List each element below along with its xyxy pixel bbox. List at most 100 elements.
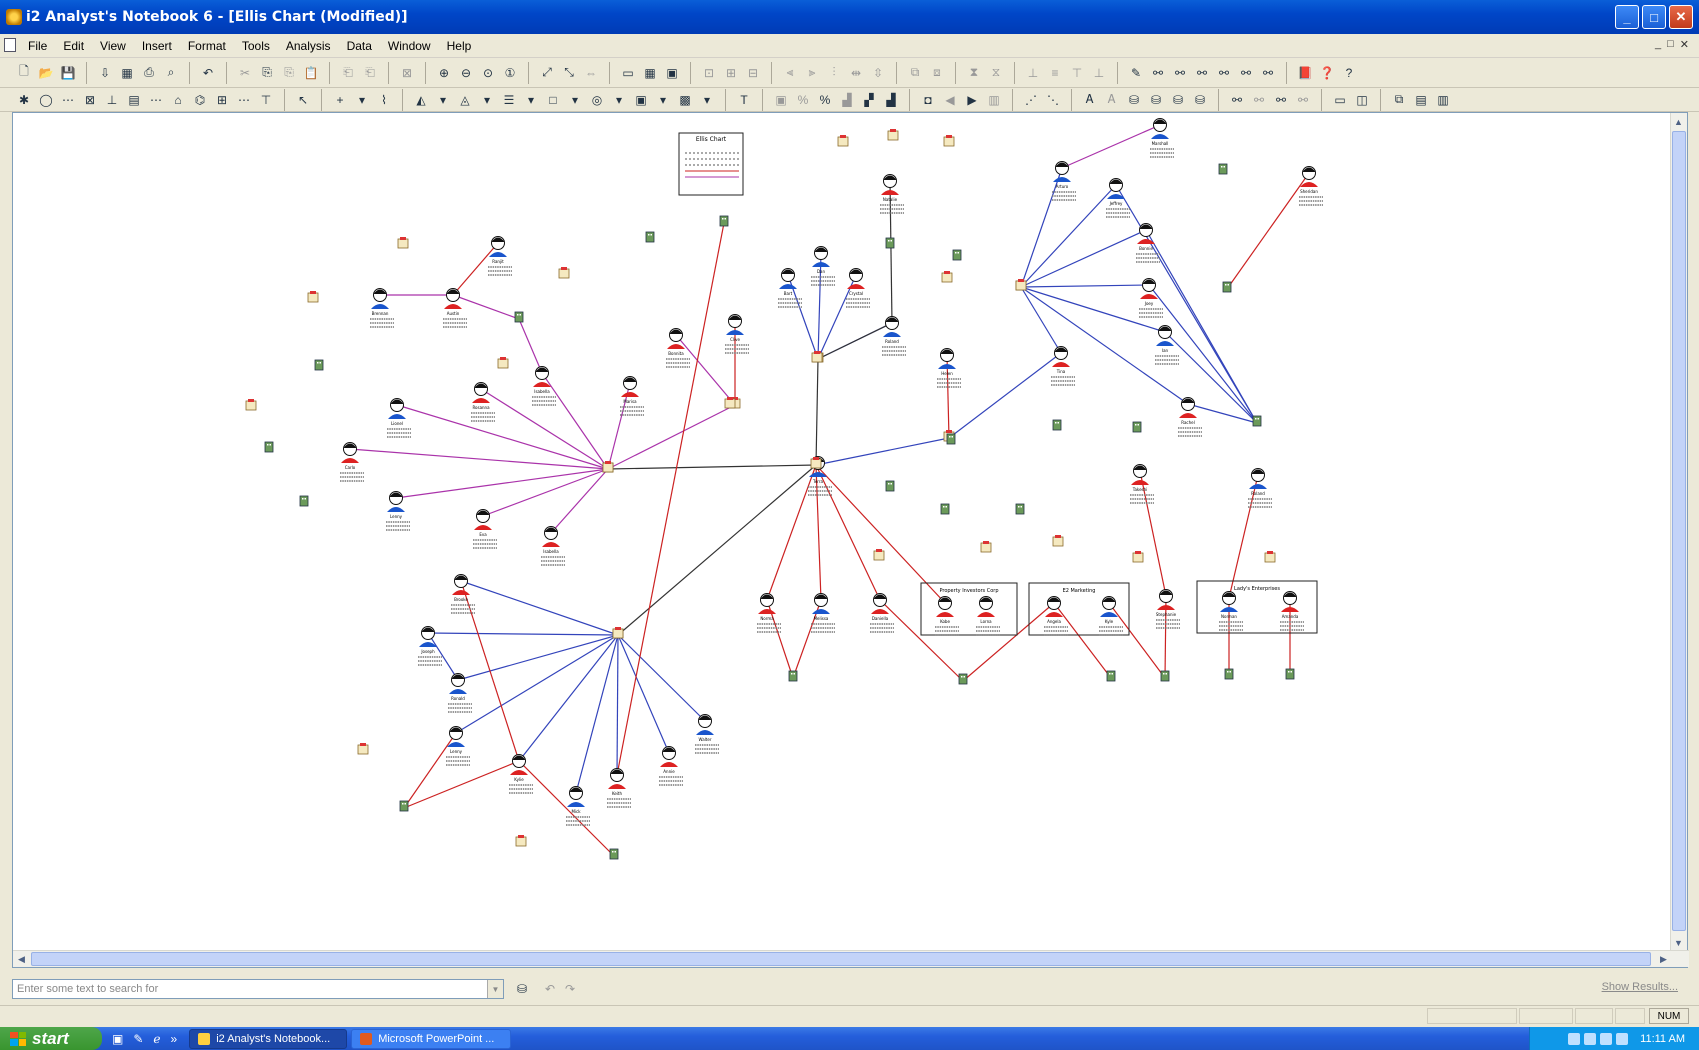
person-label[interactable]: Dan (817, 269, 826, 274)
grid-icon[interactable]: ▦ (640, 63, 660, 83)
person-icon[interactable] (809, 472, 827, 477)
menu-insert[interactable]: Insert (134, 39, 180, 53)
organization-node-icon[interactable] (1227, 671, 1229, 673)
organization-node-icon[interactable] (519, 314, 522, 316)
document-node-icon[interactable] (873, 550, 885, 561)
save-icon[interactable]: 💾 (58, 63, 78, 83)
person-label[interactable]: Tina (1056, 369, 1066, 374)
person-icon[interactable] (472, 398, 490, 403)
person-icon[interactable] (1249, 484, 1267, 489)
shape-icon[interactable]: ◎ (587, 90, 607, 110)
person-icon[interactable] (1140, 294, 1158, 299)
chart-link[interactable] (815, 464, 946, 604)
zoom-in-icon[interactable]: ⊕ (434, 63, 454, 83)
person-icon[interactable] (1220, 607, 1238, 612)
document-node-icon[interactable] (1052, 536, 1064, 547)
fit-width-icon[interactable]: ⇔ (581, 63, 601, 83)
person-icon[interactable] (1053, 177, 1071, 182)
chart-properties-icon[interactable]: ▦ (117, 63, 137, 83)
person-icon[interactable] (847, 284, 865, 289)
document-node-icon[interactable] (500, 357, 506, 360)
menu-edit[interactable]: Edit (55, 39, 92, 53)
chart-link[interactable] (452, 242, 499, 296)
box-icon[interactable]: ⊠ (80, 90, 100, 110)
person-label[interactable]: Ian (1162, 348, 1169, 353)
menu-window[interactable]: Window (380, 39, 439, 53)
show-results-link[interactable]: Show Results... (1602, 981, 1678, 993)
person-icon[interactable] (779, 284, 797, 289)
organization-node-icon[interactable] (890, 240, 893, 242)
vertical-scrollbar[interactable]: ▲ ▼ (1670, 113, 1687, 951)
horizontal-scrollbar[interactable]: ◀ ▶ (13, 950, 1689, 967)
document-node-icon[interactable] (1018, 279, 1024, 282)
menu-format[interactable]: Format (180, 39, 234, 53)
organization-node-icon[interactable] (793, 673, 796, 675)
chart-canvas[interactable]: Property Investors Corp E2 Marketing Lady'… (13, 113, 1671, 951)
person-label[interactable]: Bonnie (1139, 246, 1153, 251)
person-icon[interactable] (489, 252, 507, 257)
print-preview-icon[interactable]: ⌕ (161, 63, 181, 83)
close-button[interactable]: ✕ (1669, 5, 1693, 29)
person-icon[interactable] (883, 332, 901, 337)
person-icon[interactable] (1100, 612, 1118, 617)
organization-node-icon[interactable] (957, 252, 960, 254)
legend-title[interactable]: Ellis Chart (696, 136, 727, 143)
chart-snapshot-icon[interactable]: ▣ (771, 90, 791, 110)
person-label[interactable]: Isabella (534, 389, 550, 394)
step-icon[interactable]: ▥ (984, 90, 1004, 110)
person-label[interactable]: Austin (447, 311, 460, 316)
internet-explorer-icon[interactable]: ℯ (153, 1032, 160, 1046)
person-label[interactable]: Mick (571, 809, 581, 814)
organization-node-icon[interactable] (1106, 670, 1116, 682)
chart-link[interactable] (1020, 284, 1150, 288)
organization-node-icon[interactable] (1290, 671, 1293, 673)
app-icon[interactable] (6, 9, 22, 25)
chart-link[interactable] (1061, 124, 1161, 169)
zoom-100-icon[interactable]: ① (500, 63, 520, 83)
person-icon[interactable] (388, 414, 406, 419)
document-node-icon[interactable] (1055, 535, 1061, 538)
play-icon[interactable]: ▶ (962, 90, 982, 110)
vertical-scroll-thumb[interactable] (1672, 131, 1686, 931)
document-node-icon[interactable] (980, 542, 992, 553)
ungroup-icon[interactable]: ⧈ (927, 63, 947, 83)
document-node-icon[interactable] (813, 457, 819, 460)
organization-node-icon[interactable] (722, 218, 724, 220)
organization-node-icon[interactable] (1052, 419, 1062, 431)
organization-node-icon[interactable] (264, 441, 274, 453)
organization-node-icon[interactable] (888, 240, 890, 242)
organization-node-icon[interactable] (1015, 503, 1025, 515)
person-icon[interactable] (1052, 362, 1070, 367)
person-icon[interactable] (696, 730, 714, 735)
organization-node-icon[interactable] (961, 676, 963, 678)
organization-node-icon[interactable] (1288, 671, 1290, 673)
organization-node-icon[interactable] (949, 436, 951, 438)
document-node-icon[interactable] (946, 135, 952, 138)
person-label[interactable]: Eva (479, 532, 487, 537)
fit-window-icon[interactable]: ⤢ (537, 63, 557, 83)
person-icon[interactable] (881, 190, 899, 195)
organization-node-icon[interactable] (1227, 284, 1230, 286)
copy-special-icon[interactable]: ⎘ (279, 63, 299, 83)
chart-link[interactable] (575, 634, 619, 794)
send-back-icon[interactable]: ⊥ (1089, 63, 1109, 83)
person-label[interactable]: Amanda (1282, 614, 1299, 619)
organization-node-icon[interactable] (612, 851, 614, 853)
organization-node-icon[interactable] (514, 311, 524, 323)
document-node-icon[interactable] (518, 835, 524, 838)
document-node-icon[interactable] (400, 237, 406, 240)
fill-color-icon[interactable]: ◭ (411, 90, 431, 110)
frame-icon[interactable]: □ (543, 90, 563, 110)
dropdown-icon[interactable]: ▾ (352, 90, 372, 110)
person-icon[interactable] (938, 364, 956, 369)
person-label[interactable]: Kyle (1105, 619, 1114, 624)
paste-format-icon[interactable]: ⎗ (360, 63, 380, 83)
help-icon[interactable]: ? (1339, 63, 1359, 83)
mdi-close-button[interactable]: ✕ (1680, 38, 1689, 51)
percent-b-icon[interactable]: % (815, 90, 835, 110)
chart-link[interactable] (541, 372, 609, 470)
organization-node-icon[interactable] (1221, 166, 1223, 168)
organization-node-icon[interactable] (1223, 166, 1226, 168)
dropdown-icon[interactable]: ▾ (433, 90, 453, 110)
mdi-restore-button[interactable]: □ (1667, 38, 1674, 51)
